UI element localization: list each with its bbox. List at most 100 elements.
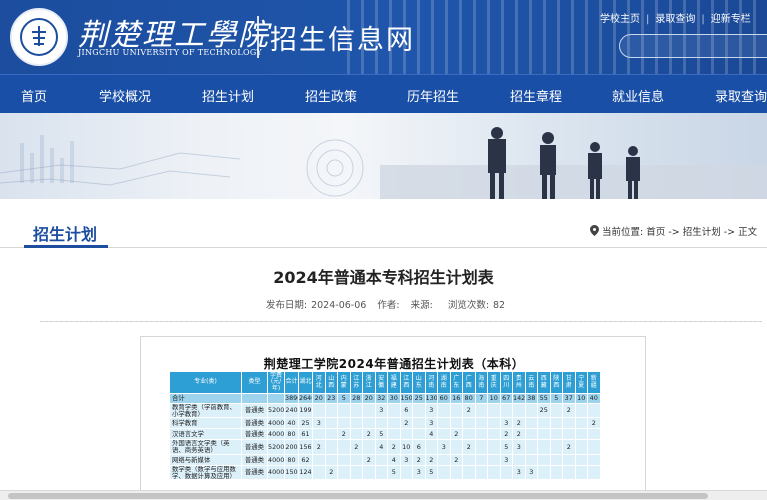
table-cell: 6 — [412, 439, 426, 455]
table-cell: 199 — [298, 402, 313, 419]
table-cell: 2 — [424, 453, 438, 466]
nav-item-policy[interactable]: 招生政策 — [305, 86, 357, 105]
table-cell: 2 — [562, 439, 576, 455]
table-cell: 3 — [424, 417, 438, 430]
table-cell — [562, 428, 576, 441]
table-cell — [312, 464, 326, 481]
table-cell — [474, 464, 488, 481]
table-cell: 江苏 — [349, 371, 363, 394]
table-cell: 4 — [387, 453, 401, 466]
table-title: 荆楚理工学院2024年普通招生计划表（本科） — [263, 357, 525, 371]
table-cell — [549, 417, 563, 430]
table-cell — [449, 464, 463, 481]
table-cell — [374, 417, 388, 430]
table-header-row: 专业(类) 类型 学费(元/年) 合计 湖北 河北 山西 内蒙 江苏 浙江 安徽 福建 江西 山东 河南 湖南… — [169, 371, 601, 394]
nav-item-charter[interactable]: 招生章程 — [510, 86, 562, 105]
table-cell — [474, 453, 488, 466]
scrollbar-thumb[interactable] — [8, 493, 708, 499]
table-cell — [499, 402, 513, 419]
table-cell: 3 — [512, 439, 526, 455]
table-cell — [549, 464, 563, 481]
search-input[interactable] — [619, 34, 767, 58]
horizontal-scrollbar[interactable] — [0, 490, 767, 500]
table-cell — [549, 428, 563, 441]
table-cell — [462, 417, 476, 430]
table-cell — [337, 464, 351, 481]
table-cell: 60 — [437, 393, 451, 404]
table-cell: 16 — [449, 393, 463, 404]
table-cell — [437, 428, 451, 441]
college-seal-icon[interactable] — [10, 8, 68, 66]
top-link-separator: | — [646, 14, 650, 25]
table-cell — [324, 428, 338, 441]
author-label: 作者: — [377, 300, 400, 311]
nav-item-query[interactable]: 录取查询 — [715, 86, 767, 105]
table-cell — [512, 402, 526, 419]
table-cell — [462, 428, 476, 441]
table-cell: 河南 — [424, 371, 438, 394]
table-cell: 2 — [399, 417, 413, 430]
breadcrumb-item-plan[interactable]: 招生计划 — [683, 227, 721, 238]
table-cell — [349, 464, 363, 481]
table-cell — [587, 453, 601, 466]
table-cell: 150 — [284, 464, 299, 481]
table-cell: 32 — [374, 393, 388, 404]
table-cell: 普通类 — [241, 402, 268, 419]
table-cell: 3 — [374, 402, 388, 419]
table-row: 数学类（数学与应用数学、数据计算及应用） 普通类 4000 150 124 2 5 3 5 3 3 — [169, 464, 601, 481]
table-cell: 科学教育 — [169, 417, 242, 430]
top-link-school-home[interactable]: 学校主页 — [600, 14, 640, 25]
top-link-welcome[interactable]: 迎新专栏 — [711, 14, 751, 25]
table-cell: 80 — [462, 393, 476, 404]
banner-illustration — [0, 127, 767, 199]
table-cell: 浙江 — [362, 371, 376, 394]
table-cell: 4000 — [267, 417, 285, 430]
table-cell — [474, 439, 488, 455]
table-cell: 142 — [512, 393, 526, 404]
source-label: 来源: — [410, 300, 433, 311]
table-cell — [337, 453, 351, 466]
table-cell: 3 — [412, 464, 426, 481]
table-cell: 25 — [537, 402, 551, 419]
nav-item-employment[interactable]: 就业信息 — [612, 86, 664, 105]
table-cell — [474, 402, 488, 419]
table-cell: 5200 — [267, 439, 285, 455]
table-cell: 150 — [399, 393, 413, 404]
table-cell — [487, 428, 501, 441]
table-cell: 5 — [424, 464, 438, 481]
table-cell: 海南 — [474, 371, 488, 394]
table-cell: 3 — [512, 464, 526, 481]
table-cell: 5200 — [267, 402, 285, 419]
table-cell: 2 — [512, 428, 526, 441]
nav-item-home[interactable]: 首页 — [21, 86, 47, 105]
header-divider — [257, 16, 259, 58]
table-cell: 2 — [337, 428, 351, 441]
table-cell — [549, 439, 563, 455]
top-link-admission-query[interactable]: 录取查询 — [655, 14, 695, 25]
table-cell — [337, 402, 351, 419]
nav-item-history[interactable]: 历年招生 — [407, 86, 459, 105]
table-cell — [362, 402, 376, 419]
table-cell: 80 — [284, 453, 299, 466]
table-cell: 124 — [298, 464, 313, 481]
table-cell — [562, 417, 576, 430]
breadcrumb-item-home[interactable]: 首页 — [646, 227, 665, 238]
table-cell — [487, 464, 501, 481]
table-cell: 广东 — [449, 371, 463, 394]
table-total-row: 合计38902640202352820323015025130601680710… — [169, 393, 601, 404]
nav-item-overview[interactable]: 学校概况 — [99, 86, 151, 105]
table-cell: 10 — [487, 393, 501, 404]
section-title: 招生计划 — [33, 225, 98, 244]
table-cell: 福建 — [387, 371, 401, 394]
table-cell — [499, 464, 513, 481]
table-cell — [412, 428, 426, 441]
table-cell: 安徽 — [374, 371, 388, 394]
table-cell: 23 — [324, 393, 338, 404]
table-cell: 2 — [499, 428, 513, 441]
table-cell: 5 — [549, 393, 563, 404]
table-cell: 学费(元/年) — [267, 371, 285, 394]
nav-item-plan[interactable]: 招生计划 — [202, 86, 254, 105]
views-label: 浏览次数: — [447, 300, 490, 311]
table-cell: 30 — [387, 393, 401, 404]
table-cell — [374, 453, 388, 466]
